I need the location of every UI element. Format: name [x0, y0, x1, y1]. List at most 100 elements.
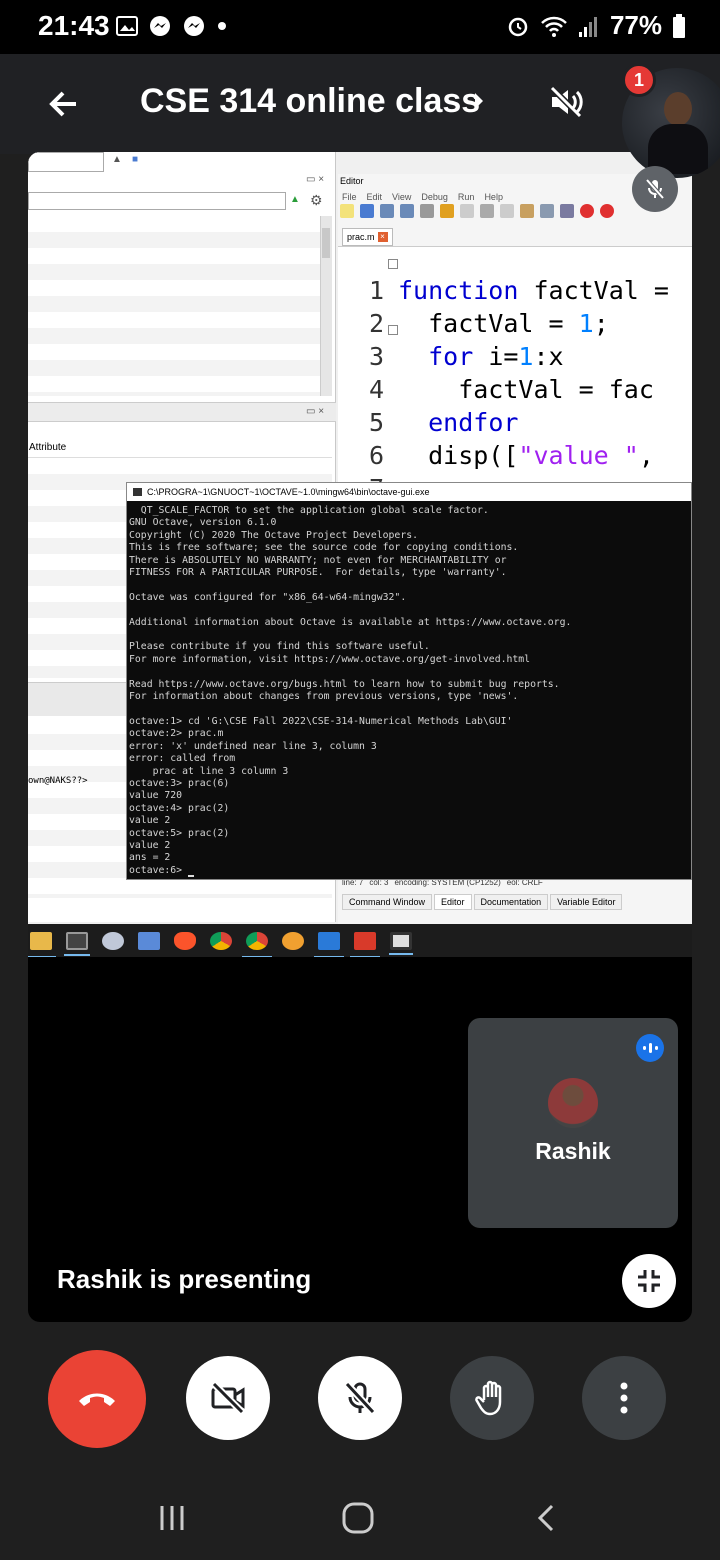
file-explorer-icon: [28, 932, 56, 957]
code-line: 7: [338, 445, 489, 503]
save-icon: [380, 204, 394, 218]
back-button[interactable]: [44, 84, 84, 124]
file-list: [28, 216, 320, 396]
exit-fullscreen-button[interactable]: [622, 1254, 676, 1308]
notification-badge: 1: [622, 63, 656, 97]
code-line: 5 endfor: [338, 379, 518, 437]
code-line: 2 factVal = 1;: [338, 280, 609, 338]
camera-toggle-button[interactable]: [186, 1356, 270, 1440]
end-call-button[interactable]: [48, 1350, 146, 1448]
menu-help: Help: [484, 192, 503, 202]
history-entry: own@NAKS??>: [28, 776, 88, 786]
status-line: line: 7: [342, 878, 364, 887]
close-icon: ×: [377, 232, 388, 242]
app-icon: [350, 932, 380, 957]
messenger-icon: [150, 16, 170, 36]
tab-variable-editor: Variable Editor: [550, 894, 623, 910]
menu-file: File: [342, 192, 357, 202]
more-vert-icon: [620, 1382, 628, 1414]
code-line: 3 for i=1:x: [338, 313, 564, 371]
console-cursor: [187, 875, 194, 878]
undock-icon: ▭ ×: [306, 174, 325, 185]
new-file-icon: [340, 204, 354, 218]
dock-tabs: Command Window Editor Documentation Vari…: [338, 894, 623, 910]
arrow-back-icon: [49, 91, 76, 117]
fold-icon: [388, 259, 398, 269]
presenting-label: Rashik is presenting: [57, 1264, 312, 1294]
speaking-indicator-icon: [636, 1034, 664, 1062]
status-encoding: encoding: SYSTEM (CP1252): [394, 878, 501, 887]
speaker-toggle-button[interactable]: [546, 82, 586, 122]
raise-hand-icon: [475, 1380, 502, 1416]
console-output: QT_SCALE_FACTOR to set the application g…: [127, 501, 691, 878]
system-icons: 77%: [506, 10, 686, 41]
brave-icon: [174, 932, 196, 950]
save-as-icon: [400, 204, 414, 218]
editor-toolbar: [340, 204, 614, 218]
paste-icon: [520, 204, 534, 218]
alarm-icon: [508, 17, 528, 36]
console-text: QT_SCALE_FACTOR to set the application g…: [129, 505, 572, 876]
find-icon: [540, 204, 554, 218]
menu-run: Run: [457, 192, 475, 202]
signal-icon: [578, 16, 597, 37]
copy-icon: [500, 204, 514, 218]
app-icon: [314, 932, 344, 957]
back-nav-button[interactable]: [526, 1498, 566, 1538]
meeting-title[interactable]: CSE 314 online class: [140, 82, 480, 121]
breakpoint-icon: [580, 204, 594, 218]
app-icon: [102, 932, 124, 950]
avatar: [548, 1078, 598, 1128]
raise-hand-button[interactable]: [450, 1356, 534, 1440]
volume-off-icon: [549, 85, 583, 119]
console-title: C:\PROGRA~1\GNUOCT~1\OCTAVE~1.0\mingw64\…: [127, 483, 691, 501]
status-col: col: 3: [369, 878, 389, 887]
editor-title: Editor: [340, 176, 364, 186]
scroll-thumb: [322, 228, 330, 258]
camera-off-icon: [211, 1381, 245, 1415]
up-arrow-icon: ▲: [290, 194, 300, 205]
undo-icon: [440, 204, 454, 218]
code-line: 6 disp(["value ",: [338, 412, 654, 470]
fullscreen-exit-icon: [638, 1270, 660, 1292]
menu-edit: Edit: [366, 192, 383, 202]
caret-right-icon[interactable]: [472, 90, 486, 112]
redo-icon: [460, 204, 474, 218]
navigation-bar: [0, 1470, 720, 1560]
more-options-button[interactable]: [582, 1356, 666, 1440]
battery-icon: [673, 13, 685, 38]
status-eol: eol: CRLF: [506, 878, 543, 887]
breakpoint-icon: [600, 204, 614, 218]
cut-icon: [480, 204, 494, 218]
print-icon: [420, 204, 434, 218]
tab-documentation: Documentation: [473, 894, 549, 910]
mic-toggle-button[interactable]: [318, 1356, 402, 1440]
status-bar: 21:43 77%: [0, 0, 720, 54]
app-icon: [282, 932, 304, 950]
wifi-icon: [541, 16, 567, 37]
code-area: 1 function factVal = 2 factVal = 1; 3 for…: [338, 246, 692, 503]
status-time: 21:43: [38, 10, 110, 41]
editor-status-bar: line: 7 col: 3 encoding: SYSTEM (CP1252)…: [338, 878, 692, 892]
code-line: 4 factVal = fac: [338, 346, 654, 404]
recents-button[interactable]: [152, 1498, 192, 1538]
tab-editor: Editor: [434, 894, 472, 910]
editor-tab-label: prac.m: [347, 232, 375, 242]
tab-command-window: Command Window: [342, 894, 433, 910]
attribute-header: Attribute: [28, 442, 332, 458]
octave-console-window: C:\PROGRA~1\GNUOCT~1\OCTAVE~1.0\mingw64\…: [126, 482, 692, 880]
directory-combo: [28, 152, 104, 172]
home-button[interactable]: [338, 1498, 378, 1538]
messenger-icon: [184, 16, 204, 36]
participant-tile[interactable]: Rashik: [468, 1018, 678, 1228]
presentation-view: ▲ ■ ▭ × ▲ ⚙ ▭ × Attribute own@NAKS??> Ed…: [28, 152, 692, 1322]
virtualbox-icon: [138, 932, 160, 950]
file-browser-combo: [28, 192, 286, 210]
settings-icon: [560, 204, 574, 218]
menu-view: View: [392, 192, 412, 202]
chevron-left-icon: [537, 1504, 554, 1532]
self-mic-status: [632, 166, 678, 212]
mic-off-icon: [645, 178, 665, 200]
meeting-header: CSE 314 online class: [0, 54, 720, 154]
editor-tab: prac.m ×: [342, 228, 393, 246]
